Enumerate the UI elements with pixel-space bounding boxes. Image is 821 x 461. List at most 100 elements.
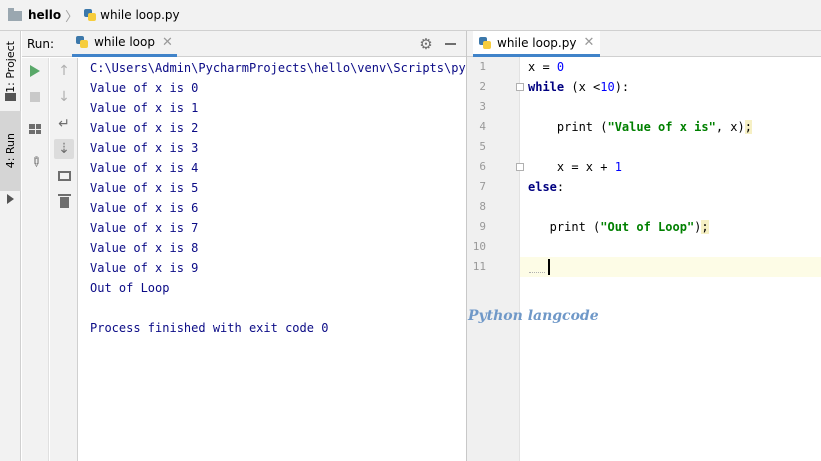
console-line: Value of x is 5 — [90, 181, 199, 195]
close-icon[interactable]: ✕ — [583, 35, 594, 50]
play-icon — [7, 194, 14, 204]
editor-tab-label: while loop.py — [497, 35, 577, 50]
left-tool-strip: 1: Project 4: Run — [0, 31, 21, 461]
stop-icon — [30, 92, 40, 102]
console-line: Value of x is 3 — [90, 141, 199, 155]
line-number: 5 — [479, 140, 486, 153]
up-button[interactable]: ↑ — [54, 61, 74, 81]
folder-icon — [8, 8, 22, 21]
tab-run[interactable]: 4: Run — [0, 111, 21, 191]
down-button[interactable]: ↓ — [54, 87, 74, 107]
code-line-9[interactable]: print ("Out of Loop"); — [528, 217, 709, 237]
fold-marker-icon[interactable] — [516, 83, 524, 91]
breadcrumb-file[interactable]: while loop.py — [100, 8, 179, 22]
console-line: Process finished with exit code 0 — [90, 321, 329, 335]
console-line: Value of x is 6 — [90, 201, 199, 215]
down-arrow-icon: ↓ — [58, 89, 70, 105]
close-icon[interactable]: ✕ — [162, 35, 173, 50]
tab-project-label: 1: Project — [4, 41, 17, 93]
run-label: Run: — [27, 36, 55, 51]
watermark: Python langcode — [468, 308, 599, 324]
line-number: 9 — [479, 220, 486, 233]
code-text: ): — [614, 80, 630, 94]
code-line-6[interactable]: x = x + 1 — [528, 157, 622, 177]
code-number: 0 — [556, 60, 565, 74]
console-output[interactable]: C:\Users\Admin\PycharmProjects\hello\ven… — [79, 58, 466, 461]
trash-icon — [57, 193, 71, 208]
line-number: 7 — [479, 180, 486, 193]
code-semicolon: ; — [701, 220, 709, 234]
current-line-highlight — [467, 257, 821, 277]
folder-icon — [5, 93, 16, 101]
print-button[interactable] — [54, 166, 74, 186]
soft-wrap-icon: ↵ — [58, 116, 70, 132]
line-number-gutter: 1 2 3 4 5 6 7 8 9 10 11 — [467, 57, 524, 461]
line-number: 4 — [479, 120, 486, 133]
code-line-4[interactable]: print ("Value of x is", x); — [528, 117, 752, 137]
console-line: Value of x is 9 — [90, 261, 199, 275]
code-line-7[interactable]: else: — [528, 177, 564, 197]
code-line-2[interactable]: while (x <10): — [528, 77, 629, 97]
line-number: 2 — [479, 80, 486, 93]
code-text: : — [556, 180, 565, 194]
code-number: 10 — [600, 80, 615, 94]
stop-button[interactable] — [25, 87, 45, 107]
code-line-1[interactable]: x = 0 — [528, 57, 564, 77]
clear-button[interactable] — [54, 191, 74, 211]
tab-project[interactable]: 1: Project — [0, 37, 21, 97]
line-number: 8 — [479, 200, 486, 213]
python-file-icon — [76, 36, 89, 48]
navigation-bar: hello 〉 while loop.py — [0, 0, 821, 31]
python-file-icon — [479, 36, 491, 49]
console-line: Out of Loop — [90, 281, 170, 295]
gear-icon[interactable]: ⚙ — [418, 36, 434, 52]
console-line: C:\Users\Admin\PycharmProjects\hello\ven… — [90, 61, 466, 75]
console-line: Value of x is 0 — [90, 81, 199, 95]
code-semicolon: ; — [744, 120, 752, 134]
scroll-to-end-icon: ⇣ — [58, 141, 70, 157]
fold-marker-icon[interactable] — [516, 163, 524, 171]
line-number: 1 — [479, 60, 486, 73]
code-text: x = — [528, 60, 557, 74]
code-number: 1 — [614, 160, 622, 174]
run-toolbar-primary: ✎ — [22, 58, 49, 461]
line-number: 6 — [479, 160, 486, 173]
indent-warning-squiggle — [529, 269, 545, 273]
code-string: "Value of x is" — [607, 120, 716, 134]
rerun-icon — [30, 65, 40, 77]
console-line: Value of x is 7 — [90, 221, 199, 235]
up-arrow-icon: ↑ — [58, 63, 70, 79]
soft-wrap-button[interactable]: ↵ — [54, 114, 74, 134]
line-number: 11 — [472, 260, 486, 273]
layout-button[interactable] — [25, 119, 45, 139]
code-keyword: while — [528, 80, 565, 94]
breadcrumb-separator: 〉 — [65, 9, 79, 25]
console-line: Value of x is 4 — [90, 161, 199, 175]
rerun-button[interactable] — [25, 61, 45, 81]
pin-button[interactable]: ✎ — [25, 152, 45, 172]
code-text: print ( — [528, 120, 608, 134]
code-text: , x) — [715, 120, 745, 134]
minimize-icon[interactable] — [445, 43, 456, 45]
code-string: "Out of Loop" — [600, 220, 695, 234]
code-keyword: else — [528, 180, 557, 194]
editor-tab-while-loop[interactable]: while loop.py ✕ — [473, 31, 601, 57]
line-number: 10 — [472, 240, 486, 253]
code-text: x = x + — [528, 160, 615, 174]
run-tab-while-loop[interactable]: while loop ✕ — [72, 31, 177, 57]
run-tab-label: while loop — [94, 35, 155, 49]
text-caret — [548, 259, 550, 275]
python-file-icon — [84, 9, 97, 21]
run-panel-header: Run: while loop ✕ ⚙ — [22, 31, 466, 57]
run-toolbar-secondary: ↑ ↓ ↵ ⇣ — [50, 58, 78, 461]
code-text: (x < — [564, 80, 601, 94]
layout-icon — [29, 124, 41, 134]
print-icon — [57, 171, 71, 181]
tab-run-label: 4: Run — [4, 133, 17, 169]
editor-tab-bar: while loop.py ✕ — [467, 31, 821, 57]
scroll-to-end-button[interactable]: ⇣ — [54, 139, 74, 159]
breadcrumb-project[interactable]: hello — [28, 8, 61, 22]
code-text: print ( — [528, 220, 601, 234]
console-line: Value of x is 1 — [90, 101, 199, 115]
line-number: 3 — [479, 100, 486, 113]
